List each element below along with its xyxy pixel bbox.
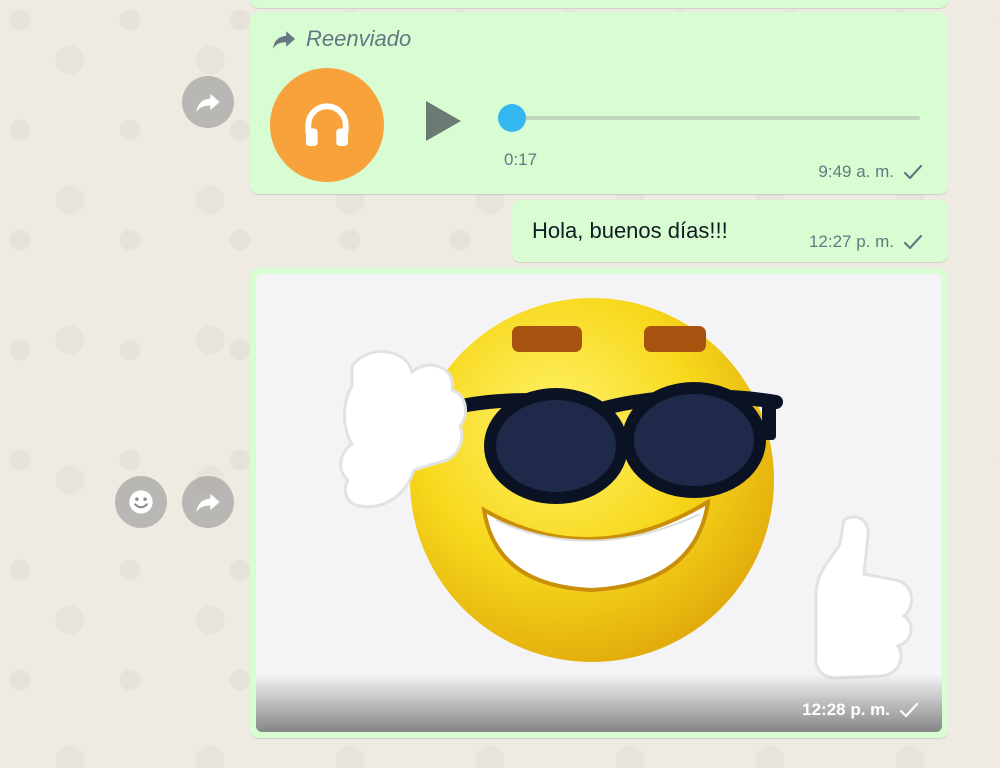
previous-message-bubble[interactable] xyxy=(250,0,948,8)
sunglasses-emoji-sticker xyxy=(339,298,913,680)
audio-progress-track[interactable] xyxy=(498,104,920,132)
audio-duration: 0:17 xyxy=(504,150,538,169)
react-button[interactable] xyxy=(115,476,167,528)
forward-icon xyxy=(196,93,220,113)
message-time: 9:49 a. m. xyxy=(818,162,894,181)
message-time: 12:28 p. m. xyxy=(802,700,890,719)
single-check-icon xyxy=(899,702,919,718)
message-meta: 12:27 p. m. xyxy=(809,232,924,252)
image-preview[interactable]: 12:28 p. m. xyxy=(256,274,942,732)
forwarded-text: Reenviado xyxy=(306,26,412,51)
audio-message-bubble[interactable]: Reenviado 0:17 9:49 a. m. xyxy=(250,12,948,194)
forwarded-label: Reenviado xyxy=(270,26,411,52)
message-time: 12:27 p. m. xyxy=(808,232,894,251)
forward-button[interactable] xyxy=(182,76,234,128)
audio-avatar xyxy=(270,68,384,182)
play-icon xyxy=(426,101,461,141)
single-check-icon xyxy=(903,164,923,180)
message-meta: 9:49 a. m. xyxy=(818,162,924,182)
headphones-icon xyxy=(305,103,349,146)
message-text: Hola, buenos días!!! xyxy=(532,218,728,243)
message-meta: 12:28 p. m. xyxy=(802,700,920,720)
forward-arrow-icon xyxy=(273,31,295,49)
audio-scrubber-handle[interactable] xyxy=(498,104,526,132)
play-button[interactable] xyxy=(420,98,466,144)
single-check-icon xyxy=(903,234,923,250)
forward-button[interactable] xyxy=(182,476,234,528)
smiley-icon xyxy=(129,490,153,514)
forward-icon xyxy=(196,493,220,513)
image-message-bubble[interactable]: 12:28 p. m. xyxy=(250,268,948,738)
text-message-bubble[interactable]: Hola, buenos días!!! 12:27 p. m. xyxy=(512,200,948,262)
